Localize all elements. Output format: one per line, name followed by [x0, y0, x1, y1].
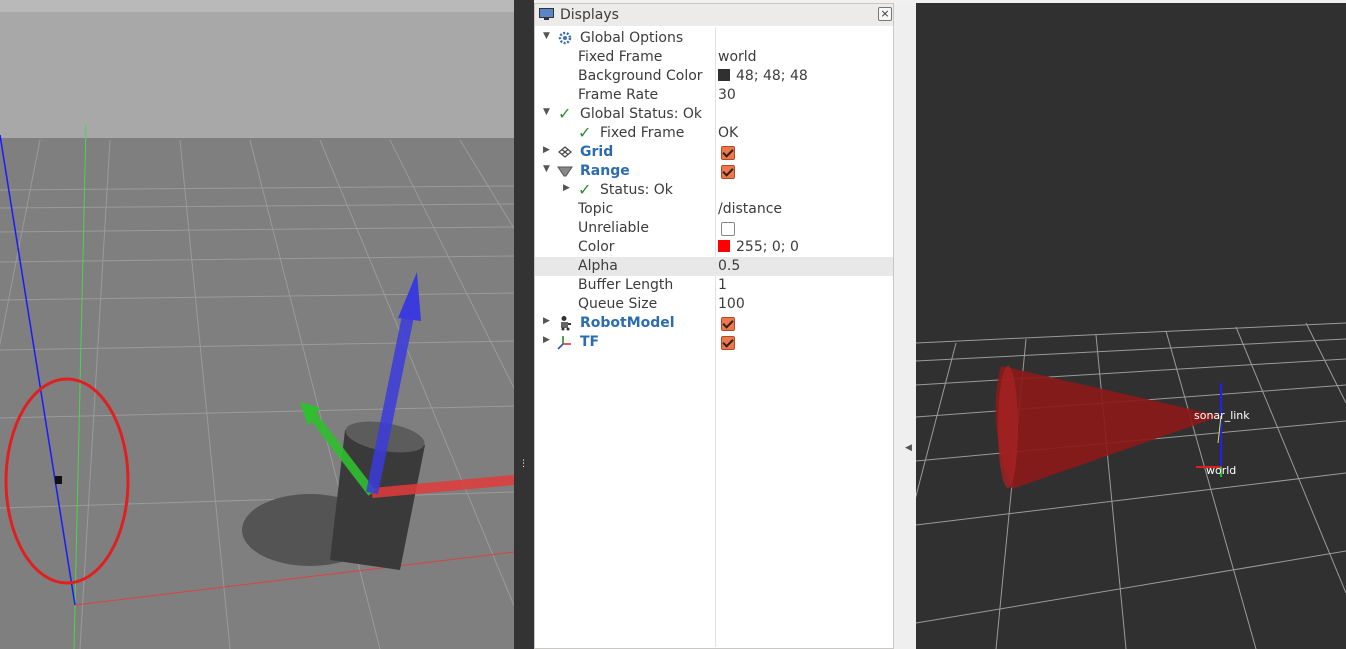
rviz-grid — [916, 322, 1346, 649]
display-tree: ▼ Global Options Fixed Frame world Backg… — [535, 27, 893, 647]
expand-arrow-icon[interactable]: ▶ — [543, 316, 550, 326]
tree-row-frame-rate[interactable]: Frame Rate 30 — [535, 86, 893, 105]
tree-row-alpha[interactable]: Alpha 0.5 — [535, 257, 893, 276]
gazebo-viewport[interactable] — [0, 0, 514, 649]
buffer-length-value[interactable]: 1 — [718, 277, 727, 293]
tree-row-fixed-frame[interactable]: Fixed Frame world — [535, 48, 893, 67]
topic-label: Topic — [578, 201, 614, 217]
topic-value[interactable]: /distance — [718, 201, 782, 217]
queue-size-value[interactable]: 100 — [718, 296, 745, 312]
tf-frame-label-world: world — [1206, 464, 1237, 477]
tree-row-unreliable[interactable]: Unreliable — [535, 219, 893, 238]
tf-label: TF — [580, 334, 600, 350]
frame-rate-label: Frame Rate — [578, 87, 659, 103]
background-color-label: Background Color — [578, 68, 703, 84]
grid-label: Grid — [580, 144, 614, 160]
robotmodel-label: RobotModel — [580, 315, 675, 331]
splitter-grip-icon[interactable]: ⋮ — [519, 460, 528, 473]
range-label: Range — [580, 163, 630, 179]
close-icon[interactable]: × — [878, 7, 892, 21]
panel-collapse-strip[interactable]: ◀ — [894, 3, 916, 649]
queue-size-label: Queue Size — [578, 296, 658, 312]
tree-row-global-status[interactable]: ▼ ✓ Global Status: Ok — [535, 104, 893, 124]
background-color-swatch[interactable] — [718, 69, 730, 81]
fixed-frame-value[interactable]: world — [718, 49, 757, 65]
tf-frame-label-sonar-link: sonar_link — [1194, 409, 1250, 422]
grid-enabled-checkbox[interactable] — [721, 146, 735, 160]
fixed-frame-label: Fixed Frame — [578, 49, 663, 65]
displays-panel: Displays × ▼ Global Options Fixed Frame … — [534, 3, 894, 649]
color-swatch[interactable] — [718, 240, 730, 252]
frame-rate-value[interactable]: 30 — [718, 87, 736, 103]
tree-row-background-color[interactable]: Background Color 48; 48; 48 — [535, 67, 893, 86]
panel-title: Displays — [560, 7, 619, 23]
range-enabled-checkbox[interactable] — [721, 165, 735, 179]
range-cone — [995, 366, 1221, 489]
expand-arrow-icon[interactable]: ▶ — [563, 183, 570, 193]
tree-row-tf[interactable]: ▶ TF — [535, 333, 893, 352]
robotmodel-enabled-checkbox[interactable] — [721, 317, 735, 331]
tree-row-queue-size[interactable]: Queue Size 100 — [535, 295, 893, 314]
alpha-value[interactable]: 0.5 — [718, 258, 740, 274]
rviz-scene — [916, 322, 1346, 649]
color-value: 255; 0; 0 — [736, 239, 799, 255]
gazebo-scene — [0, 0, 514, 649]
background-color-value: 48; 48; 48 — [736, 68, 808, 84]
unreliable-checkbox[interactable] — [721, 222, 735, 236]
tree-row-range-status[interactable]: ▶ ✓ Status: Ok — [535, 180, 893, 200]
monitor-icon — [539, 8, 554, 20]
global-status-label: Global Status: Ok — [580, 106, 703, 122]
gear-icon — [558, 31, 572, 45]
tree-row-topic[interactable]: Topic /distance — [535, 200, 893, 219]
buffer-length-label: Buffer Length — [578, 277, 674, 293]
fixed-frame-status-label: Fixed Frame — [600, 125, 685, 141]
panel-header: Displays × — [535, 4, 893, 26]
grid-icon — [558, 146, 572, 158]
color-label: Color — [578, 239, 615, 255]
color-field[interactable]: 255; 0; 0 — [718, 239, 799, 255]
robot-icon — [561, 316, 571, 331]
tree-row-fixed-frame-status[interactable]: ✓ Fixed Frame OK — [535, 123, 893, 143]
collapse-arrow-icon[interactable]: ▼ — [543, 107, 550, 117]
tree-row-range[interactable]: ▼ Range — [535, 162, 893, 181]
expand-arrow-icon[interactable]: ▶ — [543, 335, 550, 345]
expand-arrow-icon[interactable]: ▶ — [543, 145, 550, 155]
fixed-frame-status-value: OK — [718, 125, 739, 141]
tf-axes-icon — [557, 336, 571, 350]
check-icon: ✓ — [558, 104, 572, 123]
unreliable-label: Unreliable — [578, 220, 649, 236]
tf-enabled-checkbox[interactable] — [721, 336, 735, 350]
range-cone-icon — [557, 166, 573, 177]
collapse-arrow-icon[interactable]: ▼ — [543, 164, 550, 174]
alpha-label: Alpha — [578, 258, 618, 274]
global-options-label: Global Options — [580, 30, 684, 46]
collapse-left-icon[interactable]: ◀ — [905, 443, 912, 453]
view-splitter[interactable]: ⋮ — [514, 0, 534, 649]
check-icon: ✓ — [578, 180, 592, 199]
collapse-arrow-icon[interactable]: ▼ — [543, 31, 550, 41]
tree-row-color[interactable]: Color 255; 0; 0 — [535, 238, 893, 257]
tree-row-robotmodel[interactable]: ▶ RobotModel — [535, 314, 893, 333]
background-color-field[interactable]: 48; 48; 48 — [718, 68, 808, 84]
tree-row-grid[interactable]: ▶ Grid — [535, 143, 893, 162]
check-icon: ✓ — [578, 123, 592, 142]
tree-row-buffer-length[interactable]: Buffer Length 1 — [535, 276, 893, 295]
tree-row-global-options[interactable]: ▼ Global Options — [535, 29, 893, 48]
range-status-label: Status: Ok — [600, 182, 673, 198]
rviz-render-panel[interactable]: sonar_link world — [916, 3, 1346, 649]
